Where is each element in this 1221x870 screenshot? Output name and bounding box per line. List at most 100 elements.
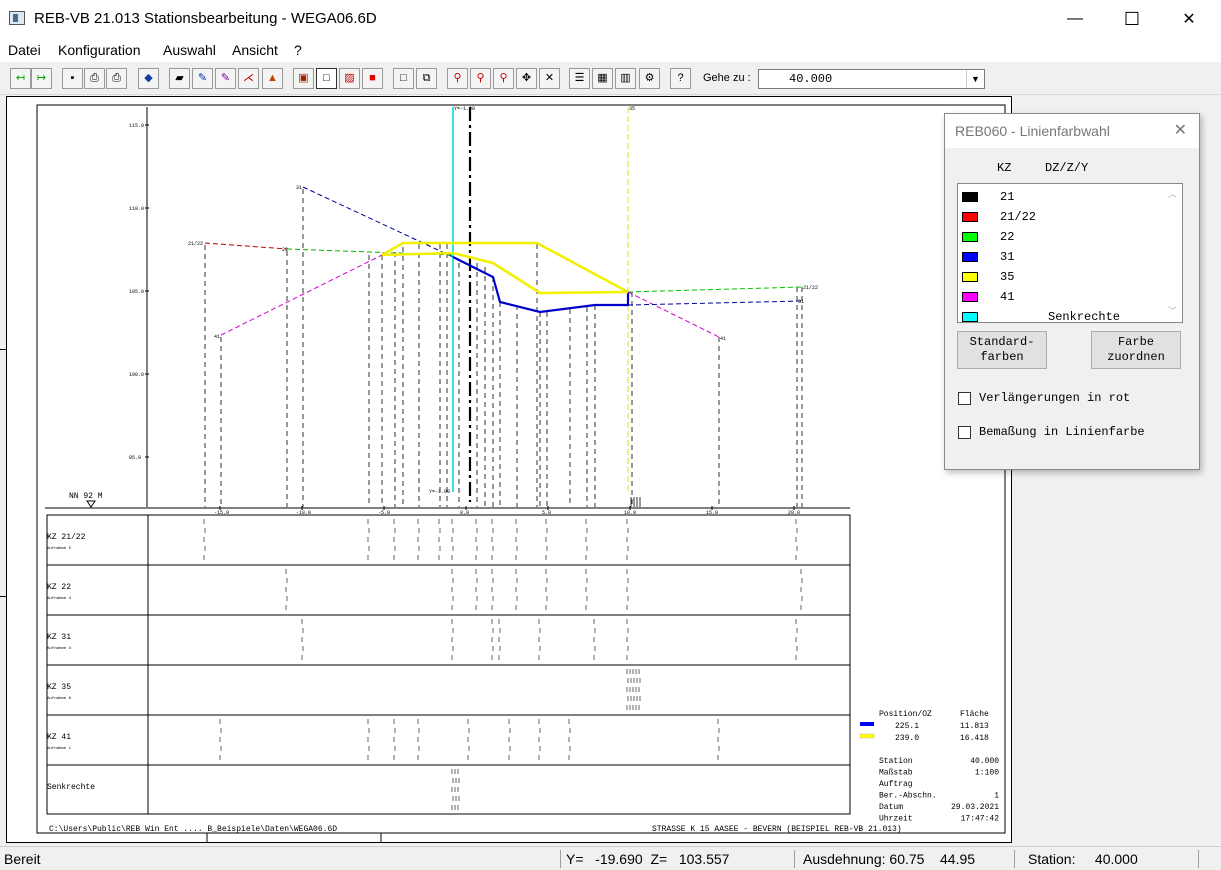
fit-window-icon[interactable]: ✕ (539, 68, 560, 89)
table-row-sublabel: Aufnahme 4 (47, 596, 72, 601)
hatch-icon[interactable]: ▨ (339, 68, 360, 89)
goto-value: 40.000 (789, 72, 833, 86)
info-label: Station (879, 757, 913, 766)
pen-fill-icon[interactable]: ✎ (215, 68, 236, 89)
close-button[interactable]: ✕ (1160, 0, 1218, 38)
datum-triangle-icon (86, 500, 96, 508)
status-bar: Bereit Y= -19.690 Z= 103.557 Ausdehnung:… (0, 846, 1221, 870)
info-label: Datum (879, 803, 903, 812)
scroll-down-icon[interactable]: ﹀ (1168, 304, 1177, 317)
extensions-red-checkbox[interactable] (958, 392, 971, 405)
kz41-line-left (220, 254, 383, 336)
legend-head-area: Fläche (960, 710, 989, 719)
label-kz31-right: 31 (798, 299, 804, 305)
scroll-up-icon[interactable]: ︿ (1168, 187, 1177, 200)
line-edit-icon[interactable]: ⋌ (238, 68, 259, 89)
table-row-sublabel: Aufnahme 6 (47, 696, 72, 701)
color-list-item[interactable]: 41 (962, 287, 1162, 307)
print-preview-icon[interactable]: ⎙ (106, 68, 127, 89)
kz31-line-left (302, 186, 454, 258)
label-kz41-left: 41 (214, 334, 220, 340)
info-label: Uhrzeit (879, 815, 913, 824)
print-icon[interactable]: ⎙ (84, 68, 105, 89)
help-icon[interactable]: ? (670, 68, 691, 89)
color-listbox[interactable]: 21 21/22 22 31 35 41 Senkrechte ︿ ﹀ (957, 183, 1183, 324)
settings-icon[interactable]: ⚙ (639, 68, 660, 89)
chevron-down-icon[interactable]: ▼ (966, 70, 984, 88)
goto-label: Gehe zu : (703, 72, 751, 84)
layers-icon[interactable]: ▣ (293, 68, 314, 89)
fit-all-icon[interactable]: ✥ (516, 68, 537, 89)
menu-ansicht[interactable]: Ansicht (232, 42, 278, 58)
y-tick-label: 105.0 (129, 289, 144, 295)
color-list-label: 22 (1000, 230, 1015, 244)
menu-auswahl[interactable]: Auswahl (163, 42, 216, 58)
legend-swatch-blue (860, 722, 874, 726)
table-row-label: KZ 41 (47, 733, 71, 742)
sheet-border (36, 104, 1006, 834)
fill-red-icon[interactable]: ■ (362, 68, 383, 89)
standard-colors-button[interactable]: Standard- farben (957, 331, 1047, 369)
y-tick-label: 115.0 (129, 123, 144, 129)
goto-combobox[interactable]: 40.000 ▼ (758, 69, 985, 89)
info-value: 1 (994, 792, 999, 801)
menu-datei[interactable]: Datei (8, 42, 41, 58)
info-label: Auftrag (879, 780, 913, 789)
frame-arrow-icon[interactable]: ⧉ (416, 68, 437, 89)
cross-section-canvas: 115.0110.0105.0100.095.0 -15.0 -10.0 -5.0 0… (36, 104, 1006, 842)
color-list-item[interactable]: 35 (962, 267, 1162, 287)
zoom-in-icon[interactable]: ⚲ (447, 68, 468, 89)
zoom-icon[interactable]: ⚲ (470, 68, 491, 89)
export-icon[interactable]: ◆ (138, 68, 159, 89)
color-list-item[interactable]: 21 (962, 187, 1162, 207)
color-list-item[interactable]: 22 (962, 227, 1162, 247)
grid-icon[interactable]: ▥ (615, 68, 636, 89)
color-swatch (962, 232, 978, 242)
info-value: 17:47:42 (961, 815, 1000, 824)
dialog-close-icon[interactable]: ✕ (1174, 120, 1187, 140)
table-row-label: KZ 21/22 (47, 533, 86, 542)
assign-color-button[interactable]: Farbe zuordnen (1091, 331, 1181, 369)
zoom-out-icon[interactable]: ⚲ (493, 68, 514, 89)
text-list-icon[interactable]: ☰ (569, 68, 590, 89)
rectangle-icon[interactable]: □ (316, 68, 337, 89)
table-row-label: KZ 31 (47, 633, 71, 642)
color-swatch (962, 292, 978, 302)
menu-konfiguration[interactable]: Konfiguration (58, 42, 141, 58)
dialog-titlebar: REB060 - Linienfarbwahl ✕ (945, 114, 1199, 148)
label-kz22-right: 21/22 (803, 285, 818, 291)
arrow-right-green-icon[interactable]: ↦ (31, 68, 52, 89)
color-list-label: 21 (1000, 190, 1015, 204)
legend-pos-1: 225.1 (895, 722, 919, 731)
info-label: Maßstab (879, 769, 913, 778)
minimize-button[interactable]: — (1046, 0, 1104, 38)
dimension-color-checkbox[interactable] (958, 426, 971, 439)
color-list-label: Senkrechte (1048, 310, 1121, 324)
color-list-label: 35 (1000, 270, 1015, 284)
pen-icon[interactable]: ✎ (192, 68, 213, 89)
label-kz31: 31 (296, 185, 302, 191)
open-folder-icon[interactable]: ▰ (169, 68, 190, 89)
legend-area-2: 16.418 (960, 734, 989, 743)
frame-icon[interactable]: □ (393, 68, 414, 89)
table-icon[interactable]: ▦ (592, 68, 613, 89)
maximize-button[interactable]: ☐ (1103, 0, 1161, 38)
color-list-item[interactable]: 21/22 (962, 207, 1162, 227)
status-ready: Bereit (4, 851, 41, 867)
kz22-line-right (627, 286, 803, 293)
color-list-item[interactable]: 31 (962, 247, 1162, 267)
color-swatch (962, 312, 978, 322)
status-station: Station: 40.000 (1028, 851, 1138, 867)
save-icon[interactable]: ▪ (62, 68, 83, 89)
info-value: 40.000 (970, 757, 999, 766)
dialog-title: REB060 - Linienfarbwahl (955, 123, 1110, 139)
listbox-scrollbar[interactable]: ︿ ﹀ (1165, 184, 1182, 322)
color-list-item[interactable]: Senkrechte (962, 307, 1162, 327)
arrow-left-green-icon[interactable]: ↤ (10, 68, 31, 89)
footer-project: STRASSE K 15 AASEE - BEVERN (BEISPIEL RE… (652, 825, 902, 834)
shape-icon[interactable]: ▲ (262, 68, 283, 89)
menu-help[interactable]: ? (294, 42, 302, 58)
top-label-35: 35 (629, 106, 635, 112)
cross-section-drawing[interactable]: 115.0 110.0 105.0 100.0 95.0 -15.0 -10.0 -5.0 0… (6, 96, 1012, 843)
dimension-color-label: Bemaßung in Linienfarbe (979, 425, 1145, 439)
